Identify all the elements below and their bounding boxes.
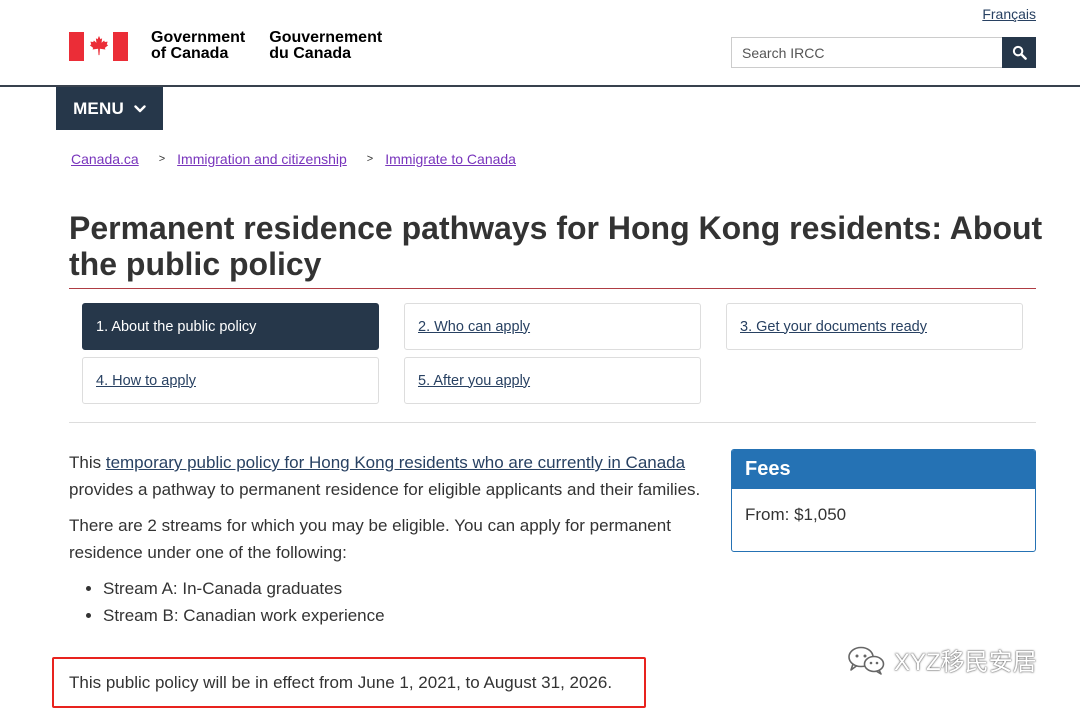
canada-flag [69, 31, 128, 61]
gov-fr-line1: Gouvernement [269, 29, 383, 46]
fees-amount: From: $1,050 [745, 505, 847, 524]
intro-prefix: This [69, 453, 106, 472]
site-search [731, 37, 1036, 68]
search-input[interactable] [731, 37, 1002, 68]
watermark: XYZ移民安居 [846, 642, 1037, 677]
breadcrumb-canada[interactable]: Canada.ca [71, 151, 139, 167]
streams-intro: There are 2 streams for which you may be… [69, 516, 671, 562]
maple-leaf-icon [89, 35, 108, 56]
intro-paragraph: This temporary public policy for Hong Ko… [69, 449, 714, 503]
streams-list: Stream A: In-Canada graduates Stream B: … [69, 575, 714, 629]
fees-panel: Fees From: $1,050 [731, 449, 1036, 552]
gov-en-line1: Government [151, 29, 246, 46]
step-tab-who-can-apply[interactable]: 2. Who can apply [404, 303, 701, 350]
steps-divider [69, 422, 1036, 423]
breadcrumb-immigrate[interactable]: Immigrate to Canada [385, 151, 516, 167]
highlight-box [52, 657, 646, 708]
search-button[interactable] [1002, 37, 1036, 68]
list-item: Stream A: In-Canada graduates [103, 575, 714, 602]
chevron-down-icon [134, 104, 146, 112]
breadcrumb: Canada.ca > Immigration and citizenship … [71, 151, 516, 167]
gov-fr-line2: du Canada [269, 45, 352, 62]
step-tab-how-to-apply[interactable]: 4. How to apply [82, 357, 379, 404]
language-toggle-link[interactable]: Français [982, 6, 1036, 22]
page-title: Permanent residence pathways for Hong Ko… [69, 210, 1043, 282]
step-tab-after-you-apply[interactable]: 5. After you apply [404, 357, 701, 404]
wechat-icon [848, 646, 885, 675]
government-en: Government of Canada [151, 30, 245, 62]
fees-heading: Fees [732, 450, 1035, 489]
public-policy-link[interactable]: temporary public policy for Hong Kong re… [106, 453, 685, 472]
menu-button[interactable]: MENU [56, 87, 163, 130]
government-fr: Gouvernement du Canada [269, 30, 382, 62]
search-icon [1012, 45, 1027, 60]
main-content: This temporary public policy for Hong Ko… [69, 449, 714, 629]
list-item: Stream B: Canadian work experience [103, 602, 714, 629]
gov-en-line2: of Canada [151, 45, 229, 62]
watermark-text: XYZ移民安居 [894, 649, 1037, 676]
step-tab-about[interactable]: 1. About the public policy [82, 303, 379, 350]
title-underline [69, 288, 1036, 289]
intro-suffix: provides a pathway to permanent residenc… [69, 480, 701, 499]
government-signature[interactable]: Government of Canada Gouvernement du Can… [69, 30, 382, 62]
menu-label: MENU [73, 98, 124, 118]
step-tab-documents[interactable]: 3. Get your documents ready [726, 303, 1023, 350]
breadcrumb-separator: > [158, 153, 166, 165]
breadcrumb-separator: > [366, 153, 374, 165]
breadcrumb-immigration[interactable]: Immigration and citizenship [177, 151, 347, 167]
